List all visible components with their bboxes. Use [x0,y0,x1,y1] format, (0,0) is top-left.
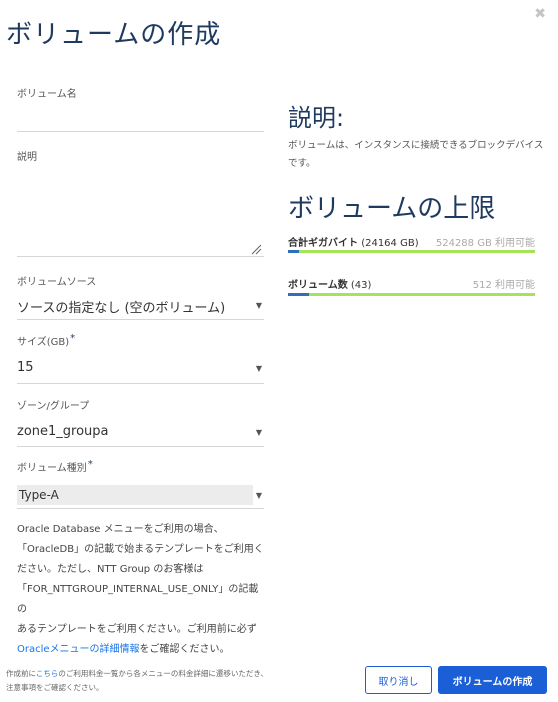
quota-name: 合計ギガバイト [288,238,358,249]
size-value: 15 [17,360,34,375]
quota-volumes-available: 512 利用可能 [472,280,535,291]
oracle-details-link[interactable]: Oracleメニューの詳細情報 [17,644,140,655]
caret-down-icon: ▼ [255,301,262,310]
volume-type-label: ボリューム種別 [17,463,87,474]
dialog-title: ボリュームの作成 [6,20,222,50]
resize-handle-icon[interactable] [250,243,262,255]
create-volume-button[interactable]: ボリュームの作成 [438,666,547,694]
quota-gigabytes-label: 合計ギガバイト (24164 GB) [288,234,419,249]
note-line: あるテンプレートをご利用ください。ご利用前に必ず [17,624,257,635]
note-line: Oracleメニューの詳細情報をご確認ください。 [17,640,267,660]
footer-line: 注意事項をご確認ください。 [6,683,104,692]
quota-used: (43) [350,280,372,291]
oracle-note: Oracle Database メニューをご利用の場合、 「OracleDB」の… [17,520,267,660]
note-line: 「FOR_NTTGROUP_INTERNAL_USE_ONLY」の記載の [17,584,259,615]
caret-down-icon: ▼ [255,428,262,437]
pricing-link[interactable]: こちら [36,669,59,678]
quota-gigabytes-bar [288,250,535,253]
zone-underline [17,446,264,447]
volume-name-underline [17,131,264,132]
footer-text: のご利用料金一覧から各メニューの料金詳細に遷移いただき、 [58,669,268,678]
description-text: ボリュームは、インスタンスに接続できるブロックデバイスです。 [288,140,544,169]
footer-text: 作成前に [6,669,36,678]
size-label-row: サイズ(GB)* [17,333,75,348]
quota-bar-fill [288,293,309,296]
required-mark: * [70,333,76,344]
quota-volumes-bar [288,293,535,296]
note-line-suffix: をご確認ください。 [139,644,230,655]
volume-source-label: ボリュームソース [17,277,97,288]
note-line: Oracle Database メニューをご利用の場合、 [17,524,224,535]
close-icon[interactable]: ✖ [534,6,546,22]
volume-source-select[interactable]: ソースの指定なし (空のボリューム) ▼ [17,296,264,316]
required-mark: * [87,459,93,470]
quota-gigabytes-available: 524288 GB 利用可能 [435,238,535,249]
zone-select[interactable]: zone1_groupa ▼ [17,423,264,443]
description-heading: 説明: [288,104,345,132]
note-line: 「OracleDB」の記載で始まるテンプレートをご利用く [17,544,264,555]
volume-type-value: Type-A [19,488,59,502]
zone-label: ゾーン/グループ [17,401,90,412]
description-textarea[interactable] [17,166,264,254]
volume-type-select[interactable]: Type-A ▼ [17,485,264,505]
quota-volumes-label: ボリューム数 (43) [288,276,371,291]
footer-line: 作成前にこちらのご利用料金一覧から各メニューの料金詳細に遷移いただき、 [6,667,306,681]
zone-value: zone1_groupa [17,424,109,439]
volume-name-input[interactable] [17,104,264,130]
caret-down-icon: ▼ [255,364,262,373]
size-underline [17,383,264,384]
volume-source-underline [17,319,264,320]
description-label: 説明 [17,152,37,163]
size-select[interactable]: 15 ▼ [17,359,264,379]
quota-name: ボリューム数 [288,280,348,291]
volume-type-underline [17,508,264,509]
volume-name-label: ボリューム名 [17,89,77,100]
quota-used: (24164 GB) [361,238,419,249]
description-underline [17,256,264,257]
footer-note: 作成前にこちらのご利用料金一覧から各メニューの料金詳細に遷移いただき、 注意事項… [6,667,306,695]
volume-source-value: ソースの指定なし (空のボリューム) [17,301,226,316]
volume-type-label-row: ボリューム種別* [17,459,93,474]
caret-down-icon: ▼ [255,491,262,500]
size-label: サイズ(GB) [17,337,70,348]
quota-bar-fill [288,250,300,253]
note-line: ださい。ただし、NTT Group のお客様は [17,564,204,575]
cancel-button[interactable]: 取り消し [365,666,432,694]
limits-heading: ボリュームの上限 [288,194,496,224]
